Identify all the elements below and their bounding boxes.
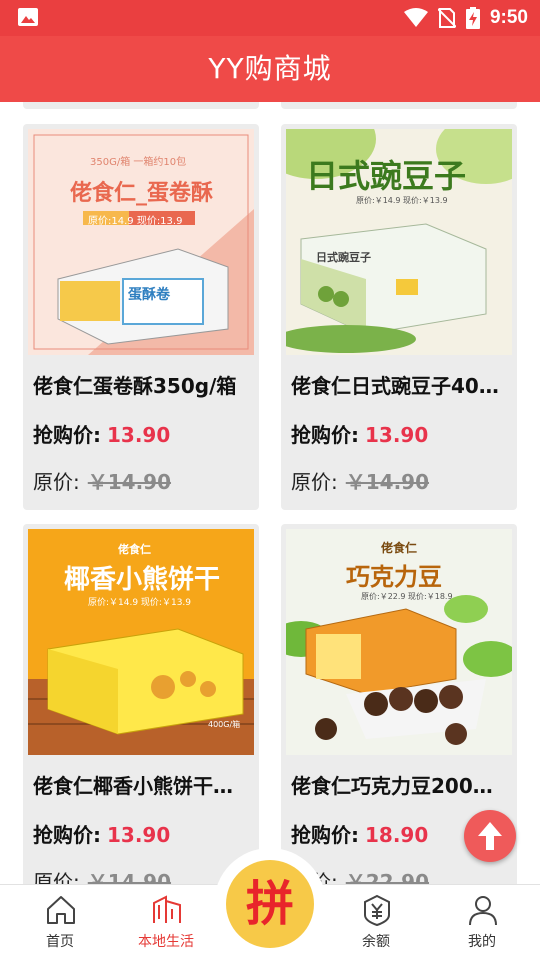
group-buy-icon: 拼 xyxy=(226,860,314,948)
product-image[interactable]: 佬食仁 巧克力豆 原价:￥22.9 现价:￥18.9 xyxy=(286,529,512,755)
image-top-text: 350G/箱 一箱约10包 xyxy=(90,157,187,168)
sale-price-value: 13.90 xyxy=(365,423,429,447)
yen-shield-icon xyxy=(364,894,390,927)
image-price-text: 原价:￥22.9 现价:￥18.9 xyxy=(361,592,453,601)
image-brand: 佬食仁 xyxy=(118,543,151,556)
original-price-value: ￥22.90 xyxy=(345,870,430,884)
product-card-partial[interactable] xyxy=(281,102,517,109)
product-card[interactable]: 日式豌豆子 原价:￥14.9 现价:￥13.9 日式豌豆子 佬食仁日式豌豆子40… xyxy=(281,124,517,510)
tab-mine[interactable]: 我的 xyxy=(428,885,536,961)
image-price-text: 原价:￥14.9 现价:￥13.9 xyxy=(88,598,192,608)
scroll-top-button[interactable] xyxy=(464,810,516,862)
sale-price-label: 抢购价: xyxy=(33,423,101,447)
sale-price-label: 抢购价: xyxy=(291,423,359,447)
product-grid[interactable]: 350G/箱 一箱约10包 佬食仁_蛋卷酥 原价:14.9 现价:13.9 蛋酥… xyxy=(0,102,540,884)
person-icon xyxy=(469,896,497,926)
image-brand: 佬食仁 xyxy=(381,541,418,555)
product-card[interactable]: 350G/箱 一箱约10包 佬食仁_蛋卷酥 原价:14.9 现价:13.9 蛋酥… xyxy=(23,124,259,510)
original-price-value: ￥14.90 xyxy=(87,870,172,884)
image-title: 佬食仁_蛋卷酥 xyxy=(70,181,214,206)
sale-price-row: 抢购价: 13.90 xyxy=(33,419,170,448)
sale-price-label: 抢购价: xyxy=(291,823,359,847)
image-weight: 400G/箱 xyxy=(208,720,241,729)
image-price-text: 原价:￥14.9 现价:￥13.9 xyxy=(356,196,448,205)
wifi-icon xyxy=(403,8,428,27)
sale-price-value: 18.90 xyxy=(365,823,429,847)
group-buy-button[interactable]: 拼 xyxy=(214,848,326,960)
tab-label: 首页 xyxy=(46,934,74,950)
image-title: 椰香小熊饼干 xyxy=(64,565,221,595)
no-sim-icon xyxy=(437,8,456,28)
page-title: YY购商城 xyxy=(208,52,332,85)
tab-label: 本地生活 xyxy=(138,934,194,950)
sale-price-row: 抢购价: 13.90 xyxy=(33,819,170,848)
product-name: 佬食仁椰香小熊饼干… xyxy=(33,774,233,798)
image-notification-icon xyxy=(18,8,38,26)
product-card-partial[interactable] xyxy=(23,102,259,109)
tab-home[interactable]: 首页 xyxy=(6,885,114,961)
sale-price-value: 13.90 xyxy=(107,823,171,847)
original-price-value: ￥14.90 xyxy=(345,470,430,494)
status-time: 9:50 xyxy=(489,7,528,28)
status-bar: 9:50 xyxy=(0,0,540,36)
arrow-up-icon xyxy=(478,822,502,850)
product-name: 佬食仁日式豌豆子40… xyxy=(291,374,499,398)
sale-price-label: 抢购价: xyxy=(33,823,101,847)
image-box-text: 蛋酥卷 xyxy=(128,287,170,303)
original-price-row: 原价: ￥14.90 xyxy=(33,466,171,495)
original-price-row: 原价: ￥14.90 xyxy=(291,466,429,495)
product-name: 佬食仁蛋卷酥350g/箱 xyxy=(33,374,237,398)
tab-local-life[interactable]: 本地生活 xyxy=(112,885,220,961)
tab-label: 我的 xyxy=(468,934,496,950)
original-price-row: 原价: ￥14.90 xyxy=(33,866,171,884)
tab-label: 余额 xyxy=(362,934,390,950)
product-image[interactable]: 日式豌豆子 原价:￥14.9 现价:￥13.9 日式豌豆子 xyxy=(286,129,512,355)
product-image[interactable]: 350G/箱 一箱约10包 佬食仁_蛋卷酥 原价:14.9 现价:13.9 蛋酥… xyxy=(28,129,254,355)
tab-balance[interactable]: 余额 xyxy=(322,885,430,961)
original-price-label: 原价: xyxy=(33,870,80,884)
image-price-text: 原价:14.9 现价:13.9 xyxy=(88,216,183,227)
image-title: 日式豌豆子 xyxy=(306,157,467,195)
sale-price-row: 抢购价: 13.90 xyxy=(291,419,428,448)
image-box-text: 日式豌豆子 xyxy=(316,251,371,264)
app-bar: YY购商城 xyxy=(0,36,540,102)
original-price-label: 原价: xyxy=(291,470,338,494)
battery-charging-icon xyxy=(465,7,480,29)
sale-price-row: 抢购价: 18.90 xyxy=(291,819,428,848)
sale-price-value: 13.90 xyxy=(107,423,171,447)
image-title: 巧克力豆 xyxy=(346,563,442,591)
product-image[interactable]: 佬食仁 椰香小熊饼干 原价:￥14.9 现价:￥13.9 400G/箱 xyxy=(28,529,254,755)
building-icon xyxy=(153,895,181,923)
home-icon xyxy=(47,896,75,924)
original-price-value: ￥14.90 xyxy=(87,470,172,494)
product-name: 佬食仁巧克力豆200… xyxy=(291,774,493,798)
product-card[interactable]: 佬食仁 椰香小熊饼干 原价:￥14.9 现价:￥13.9 400G/箱 佬食仁椰… xyxy=(23,524,259,884)
original-price-label: 原价: xyxy=(33,470,80,494)
